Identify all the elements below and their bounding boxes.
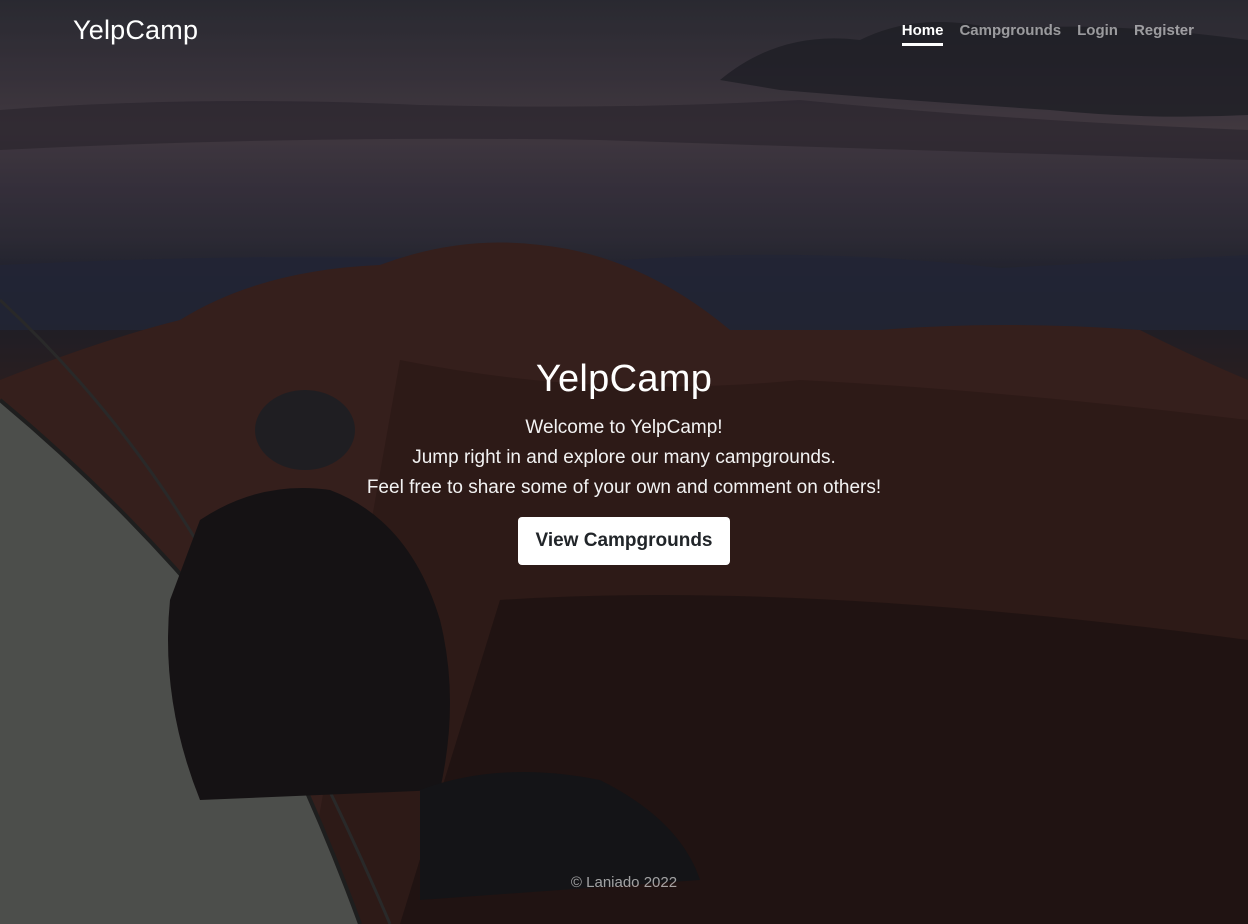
- nav-link-campgrounds[interactable]: Campgrounds: [959, 22, 1061, 46]
- hero-welcome-text: Welcome to YelpCamp!: [525, 417, 723, 438]
- nav-link-login[interactable]: Login: [1077, 22, 1118, 46]
- copyright-text: © Laniado 2022: [570, 874, 678, 891]
- hero-title: YelpCamp: [535, 358, 713, 400]
- hero-share-text: Feel free to share some of your own and …: [366, 477, 882, 498]
- landing-page: YelpCamp Home Campgrounds Login Register…: [0, 0, 1248, 924]
- view-campgrounds-button[interactable]: View Campgrounds: [518, 517, 730, 565]
- brand-logo[interactable]: YelpCamp: [73, 15, 198, 46]
- nav-links: Home Campgrounds Login Register: [901, 22, 1194, 46]
- nav-link-home[interactable]: Home: [901, 22, 944, 46]
- footer: © Laniado 2022: [0, 874, 1248, 891]
- hero-section: YelpCamp Welcome to YelpCamp! Jump right…: [0, 358, 1248, 565]
- top-navbar: YelpCamp Home Campgrounds Login Register: [0, 0, 1248, 66]
- nav-link-register[interactable]: Register: [1134, 22, 1194, 46]
- hero-explore-text: Jump right in and explore our many campg…: [412, 447, 836, 468]
